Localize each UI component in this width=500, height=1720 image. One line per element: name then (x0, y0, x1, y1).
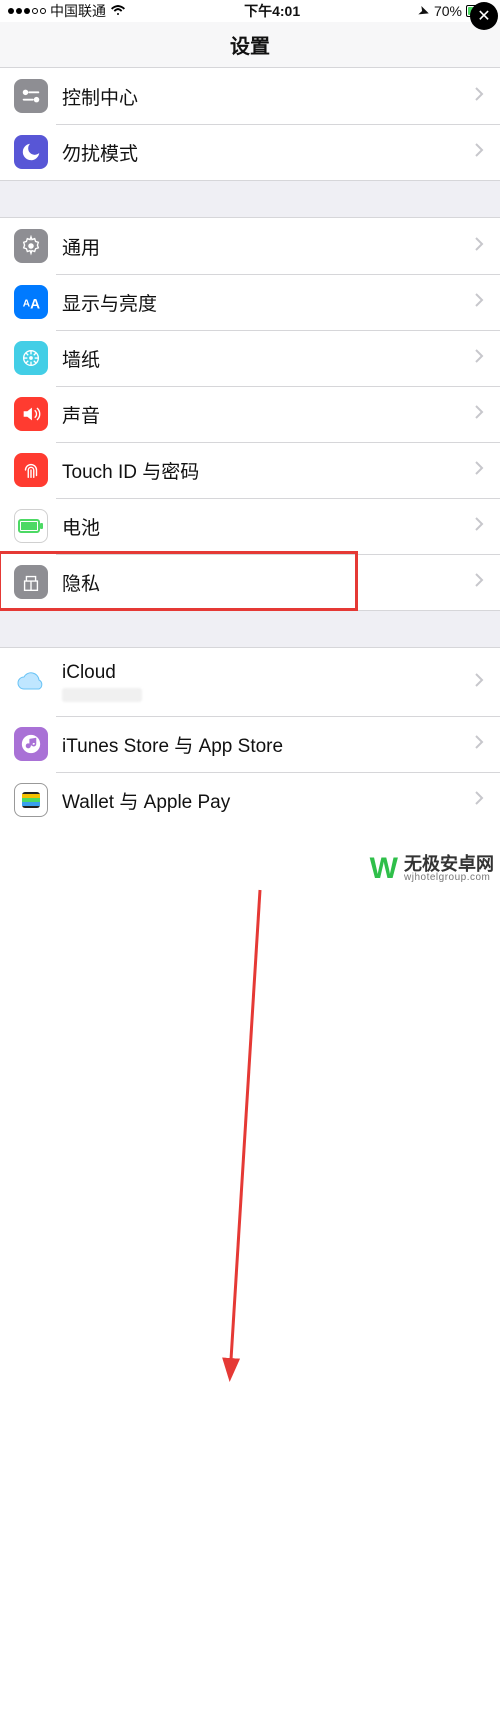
status-bar: 中国联通 下午4:01 ➤ 70% (0, 0, 500, 22)
icloud-icon (14, 665, 48, 699)
chevron-right-icon (474, 734, 484, 755)
row-label: iCloud (62, 662, 474, 684)
status-time: 下午4:01 (126, 1, 418, 21)
chevron-right-icon (474, 790, 484, 811)
page-title: 设置 (230, 30, 270, 59)
chevron-right-icon (474, 516, 484, 537)
chevron-right-icon (474, 348, 484, 369)
row-touchid[interactable]: Touch ID 与密码 (0, 442, 500, 498)
signal-dots-icon (8, 8, 46, 14)
row-control[interactable]: 控制中心 (0, 68, 500, 124)
location-icon: ➤ (416, 1, 433, 21)
row-itunes[interactable]: iTunes Store 与 App Store (0, 716, 500, 772)
watermark: W 无极安卓网 wjhotelgroup.com (370, 852, 494, 886)
row-battery[interactable]: 电池 (0, 498, 500, 554)
display-icon: AA (14, 285, 48, 319)
chevron-right-icon (474, 672, 484, 693)
watermark-zh: 无极安卓网 (404, 855, 494, 873)
carrier-label: 中国联通 (50, 1, 106, 21)
chevron-right-icon (474, 460, 484, 481)
row-wallpaper[interactable]: 墙纸 (0, 330, 500, 386)
wallet-icon (14, 783, 48, 817)
row-label: 声音 (62, 401, 474, 428)
row-label: 隐私 (62, 569, 474, 596)
row-label: 电池 (62, 513, 474, 540)
chevron-right-icon (474, 292, 484, 313)
row-display[interactable]: AA 显示与亮度 (0, 274, 500, 330)
settings-list: 控制中心勿扰模式通用 AA 显示与亮度墙纸声音 Touch ID 与密码电池隐私 iCl… (0, 68, 500, 828)
general-icon (14, 229, 48, 263)
row-label: 通用 (62, 233, 474, 260)
battery-icon (14, 509, 48, 543)
svg-text:A: A (30, 296, 40, 311)
row-label: iTunes Store 与 App Store (62, 731, 474, 758)
row-label: Wallet 与 Apple Pay (62, 787, 474, 814)
row-privacy[interactable]: 隐私 (0, 554, 500, 610)
wifi-icon (110, 3, 126, 19)
chevron-right-icon (474, 142, 484, 163)
touchid-icon (14, 453, 48, 487)
control-icon (14, 79, 48, 113)
sound-icon (14, 397, 48, 431)
itunes-icon (14, 727, 48, 761)
row-label: 勿扰模式 (62, 139, 474, 166)
chevron-right-icon (474, 236, 484, 257)
row-label: Touch ID 与密码 (62, 457, 474, 484)
row-dnd[interactable]: 勿扰模式 (0, 124, 500, 180)
row-wallet[interactable]: Wallet 与 Apple Pay (0, 772, 500, 828)
icloud-account-blur (62, 688, 142, 702)
row-label: 显示与亮度 (62, 289, 474, 316)
row-sound[interactable]: 声音 (0, 386, 500, 442)
chevron-right-icon (474, 572, 484, 593)
row-label: 控制中心 (62, 83, 474, 110)
dnd-icon (14, 135, 48, 169)
row-general[interactable]: 通用 (0, 218, 500, 274)
row-icloud[interactable]: iCloud (0, 648, 500, 716)
wallpaper-icon (14, 341, 48, 375)
watermark-logo-icon: W (370, 852, 398, 886)
watermark-en: wjhotelgroup.com (404, 873, 494, 883)
battery-pct: 70% (434, 3, 462, 19)
close-icon[interactable]: ✕ (470, 2, 498, 30)
arrow-annotation (0, 828, 500, 1720)
chevron-right-icon (474, 86, 484, 107)
privacy-icon (14, 565, 48, 599)
chevron-right-icon (474, 404, 484, 425)
navbar: 设置 (0, 22, 500, 68)
row-label: 墙纸 (62, 345, 474, 372)
